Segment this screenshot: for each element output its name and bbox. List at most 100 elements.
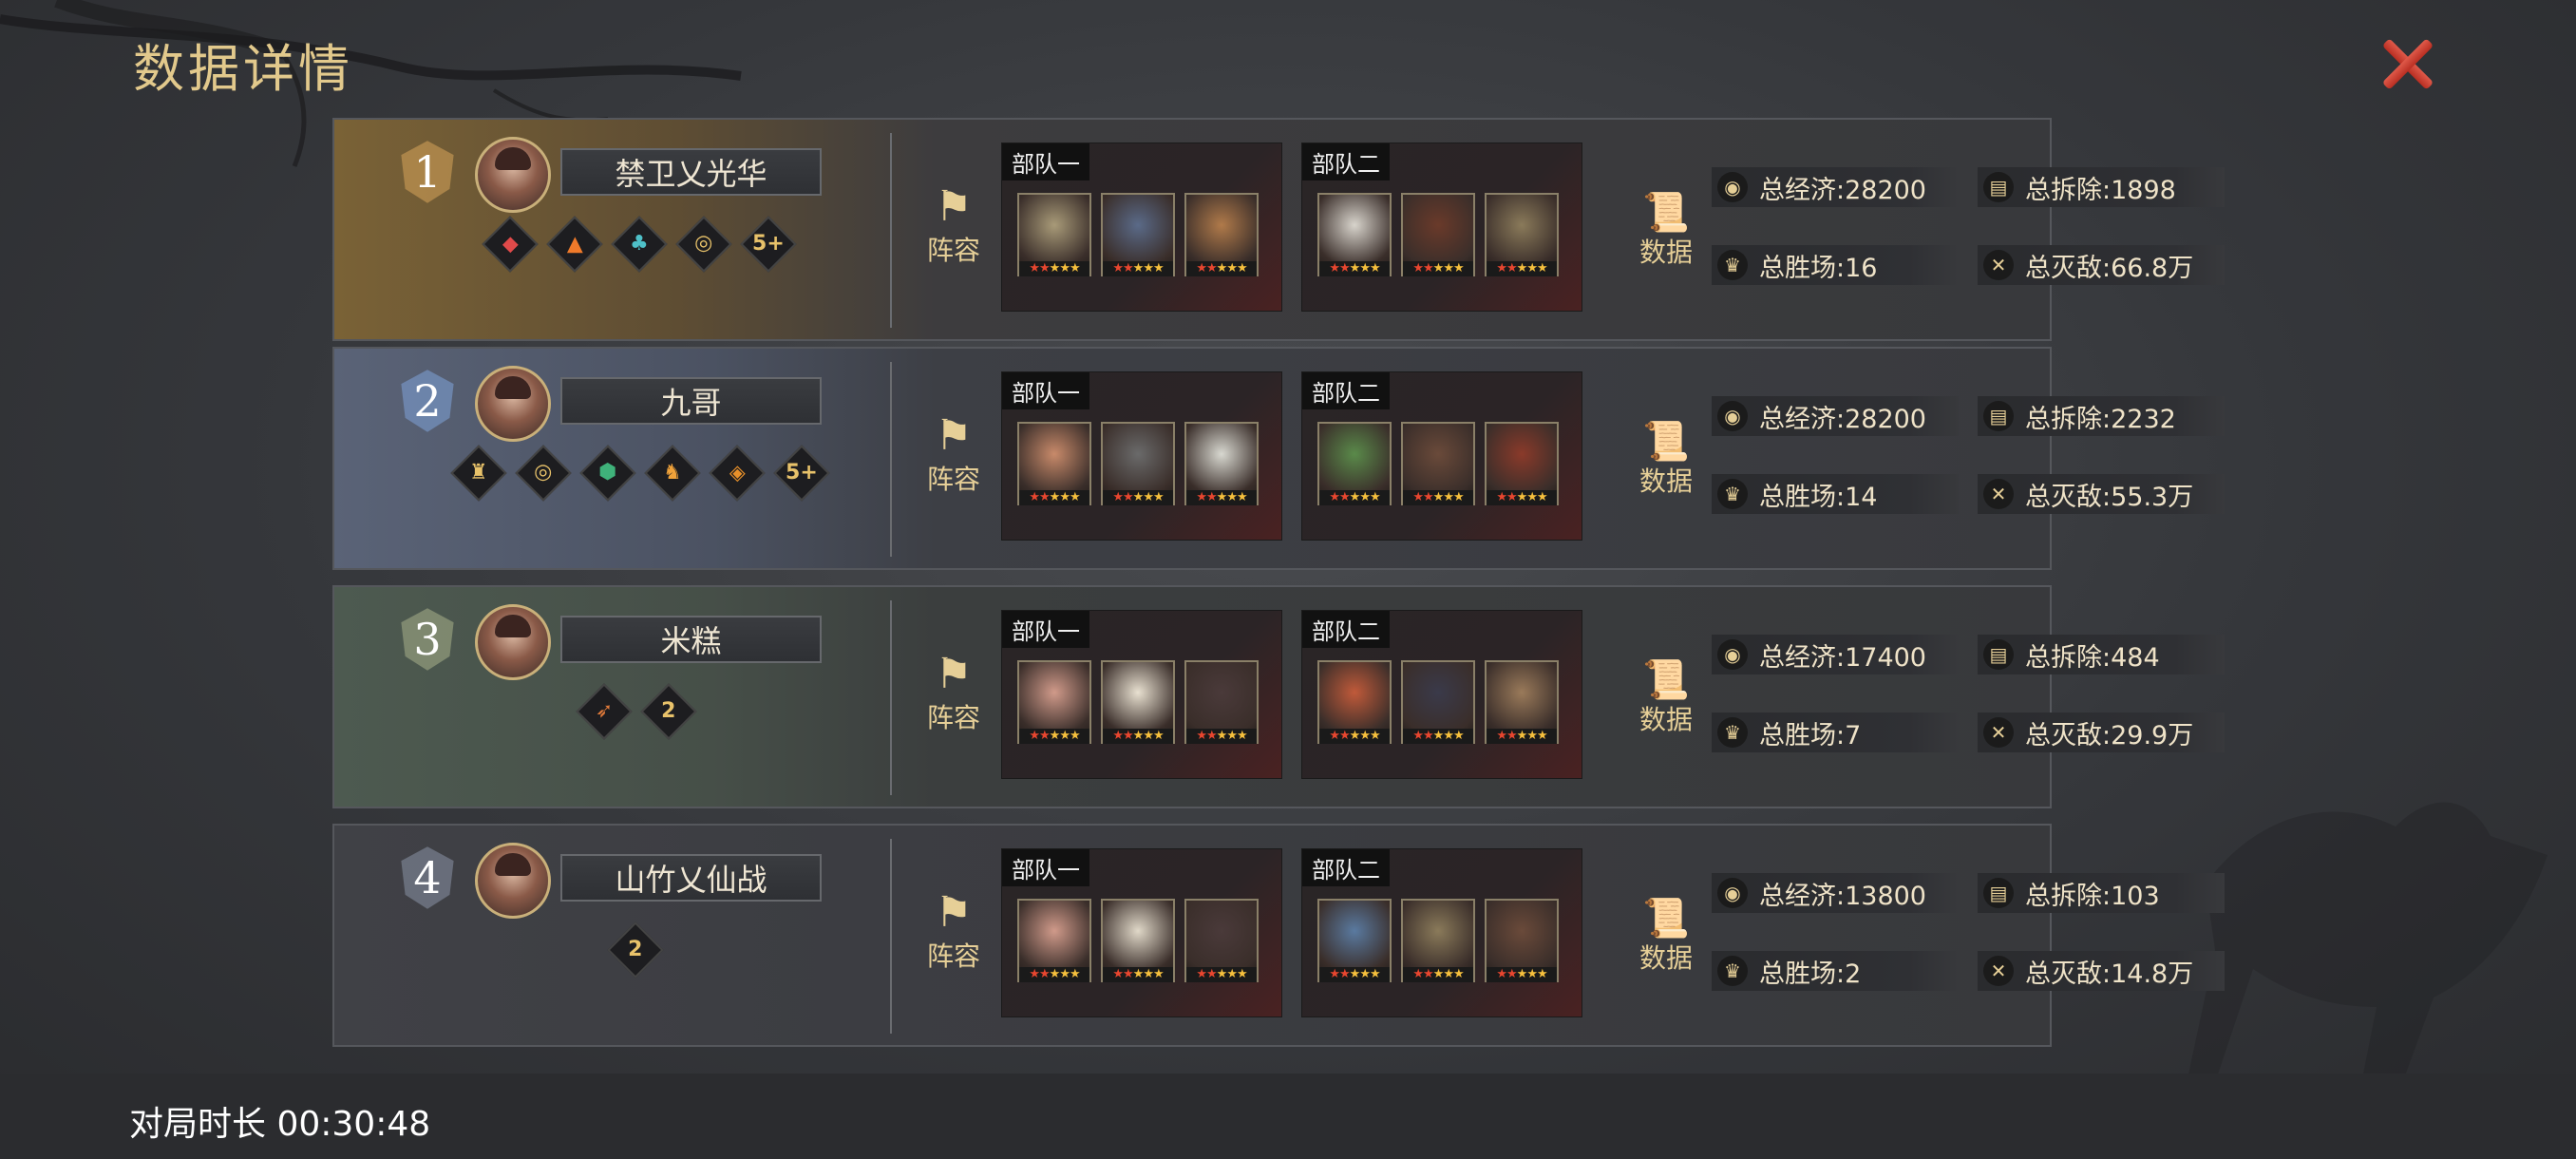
badge-glyph: ➶ — [595, 699, 614, 723]
shield-icon[interactable]: ⬢ — [579, 445, 636, 502]
scroll-icon: 📜 — [1642, 420, 1690, 464]
crossed-swords-icon: ✕ — [1983, 956, 2014, 986]
fire-icon[interactable]: ▲ — [546, 216, 603, 273]
star-rating: ★★★★★ — [1319, 261, 1390, 276]
hero-portrait[interactable]: ★★★★★ — [1184, 422, 1259, 505]
hero-portrait[interactable]: ★★★★★ — [1485, 193, 1559, 276]
star-rating: ★★★★★ — [1019, 729, 1089, 744]
star-rating: ★★★★★ — [1019, 490, 1089, 505]
coin-icon: ◉ — [1717, 172, 1748, 202]
hero-portrait[interactable]: ★★★★★ — [1317, 899, 1392, 982]
star-rating: ★★★★★ — [1319, 967, 1390, 982]
lineup-button[interactable]: ⚑ 阵容 — [916, 415, 992, 497]
hero-portrait[interactable]: ★★★★★ — [1017, 660, 1091, 744]
hero-portrait[interactable]: ★★★★★ — [1184, 660, 1259, 744]
close-x-icon[interactable] — [2375, 30, 2441, 97]
stat-kills-text: 总灭敌:29.9万 — [2025, 720, 2194, 750]
hero-portrait[interactable]: ★★★★★ — [1317, 660, 1392, 744]
lineup-label: 阵容 — [926, 235, 980, 266]
avatar[interactable] — [475, 137, 551, 213]
avatar[interactable] — [475, 366, 551, 442]
data-button[interactable]: 📜 数据 — [1628, 423, 1704, 499]
lineup-button[interactable]: ⚑ 阵容 — [916, 892, 992, 974]
badge-glyph: ◈ — [729, 460, 746, 484]
player-row: 1 禁卫乂光华 ◆ ▲ ♣ ◎ 5+ ⚑ 阵容 部队一 ★★★★★ ★★★★★ ★★★★★ … — [332, 118, 2225, 341]
stat-demolish: ▤ 总拆除:2232 — [1978, 396, 2225, 436]
rank-emblem: 2 — [399, 368, 456, 434]
hero-portrait[interactable]: ★★★★★ — [1485, 422, 1559, 505]
team-label: 部队二 — [1302, 849, 1390, 886]
player-name: 山竹乂仙战 — [560, 854, 822, 902]
stat-demolish: ▤ 总拆除:1898 — [1978, 167, 2225, 207]
hero-portrait[interactable]: ★★★★★ — [1017, 899, 1091, 982]
data-button[interactable]: 📜 数据 — [1628, 194, 1704, 270]
hero-portrait[interactable]: ★★★★★ — [1101, 899, 1175, 982]
data-button[interactable]: 📜 数据 — [1628, 900, 1704, 976]
shield-stripe-icon[interactable]: ◈ — [709, 445, 766, 502]
hero-portrait[interactable]: ★★★★★ — [1401, 422, 1475, 505]
hero-portrait[interactable]: ★★★★★ — [1401, 899, 1475, 982]
castle-icon[interactable]: ♜ — [450, 445, 507, 502]
bow-icon[interactable]: ➶ — [576, 683, 633, 740]
crossed-swords-icon: ✕ — [1983, 250, 2014, 280]
wall-icon: ▤ — [1983, 172, 2014, 202]
star-rating: ★★★★★ — [1487, 261, 1557, 276]
stat-wins-text: 总胜场:16 — [1759, 253, 1878, 283]
stat-economy: ◉ 总经济:17400 — [1712, 635, 1959, 674]
stat-economy: ◉ 总经济:28200 — [1712, 396, 1959, 436]
level-badge[interactable]: 5+ — [740, 216, 797, 273]
level-badge[interactable]: 5+ — [773, 445, 830, 502]
lantern-icon[interactable]: ◆ — [482, 216, 539, 273]
coin-icon: ◉ — [1717, 639, 1748, 670]
hero-portrait[interactable]: ★★★★★ — [1017, 193, 1091, 276]
stat-economy-text: 总经济:28200 — [1759, 175, 1926, 205]
badge-glyph: ⬢ — [598, 461, 617, 484]
figure-icon[interactable]: ♣ — [611, 216, 668, 273]
hero-portrait[interactable]: ★★★★★ — [1317, 422, 1392, 505]
lineup-button[interactable]: ⚑ 阵容 — [916, 186, 992, 268]
star-rating: ★★★★★ — [1403, 729, 1473, 744]
hero-portrait[interactable]: ★★★★★ — [1017, 422, 1091, 505]
hero-portrait[interactable]: ★★★★★ — [1317, 193, 1392, 276]
badge-glyph: ▲ — [566, 231, 583, 256]
page-title: 数据详情 — [133, 39, 353, 99]
lineup-button[interactable]: ⚑ 阵容 — [916, 654, 992, 735]
level-badge[interactable]: 2 — [607, 922, 664, 978]
badge-list: ◆ ▲ ♣ ◎ 5+ — [482, 216, 797, 273]
star-rating: ★★★★★ — [1487, 490, 1557, 505]
stat-kills-text: 总灭敌:55.3万 — [2025, 482, 2194, 512]
coin-icon[interactable]: ◎ — [675, 216, 732, 273]
level-badge[interactable]: 2 — [640, 683, 697, 740]
hero-portrait[interactable]: ★★★★★ — [1485, 899, 1559, 982]
hero-portrait[interactable]: ★★★★★ — [1184, 899, 1259, 982]
avatar[interactable] — [475, 604, 551, 680]
wall-icon: ▤ — [1983, 401, 2014, 431]
badge-glyph: ◎ — [694, 231, 713, 256]
hero-portrait[interactable]: ★★★★★ — [1485, 660, 1559, 744]
footer-bar: 对局时长 00:30:48 — [0, 1074, 2576, 1159]
team-two-panel: 部队二 ★★★★★ ★★★★★ ★★★★★ — [1301, 610, 1582, 779]
star-rating: ★★★★★ — [1319, 490, 1390, 505]
star-rating: ★★★★★ — [1403, 490, 1473, 505]
badge-glyph: ◎ — [534, 460, 553, 484]
scroll-icon: 📜 — [1642, 897, 1690, 940]
stat-kills: ✕ 总灭敌:66.8万 — [1978, 245, 2225, 285]
hero-portrait[interactable]: ★★★★★ — [1401, 660, 1475, 744]
stat-economy-text: 总经济:13800 — [1759, 881, 1926, 911]
data-label: 数据 — [1638, 237, 1693, 268]
match-duration: 对局时长 00:30:48 — [129, 1105, 431, 1144]
hero-portrait[interactable]: ★★★★★ — [1401, 193, 1475, 276]
hero-portrait[interactable]: ★★★★★ — [1184, 193, 1259, 276]
data-button[interactable]: 📜 数据 — [1628, 661, 1704, 737]
coin-icon[interactable]: ◎ — [515, 445, 572, 502]
stat-economy-text: 总经济:28200 — [1759, 404, 1926, 434]
trophy-icon: ♛ — [1717, 250, 1748, 280]
hero-portrait[interactable]: ★★★★★ — [1101, 193, 1175, 276]
avatar[interactable] — [475, 843, 551, 919]
star-rating: ★★★★★ — [1487, 967, 1557, 982]
stat-kills-text: 总灭敌:14.8万 — [2025, 959, 2194, 989]
star-rating: ★★★★★ — [1186, 729, 1257, 744]
hero-portrait[interactable]: ★★★★★ — [1101, 422, 1175, 505]
horse-icon[interactable]: ♞ — [644, 445, 701, 502]
hero-portrait[interactable]: ★★★★★ — [1101, 660, 1175, 744]
